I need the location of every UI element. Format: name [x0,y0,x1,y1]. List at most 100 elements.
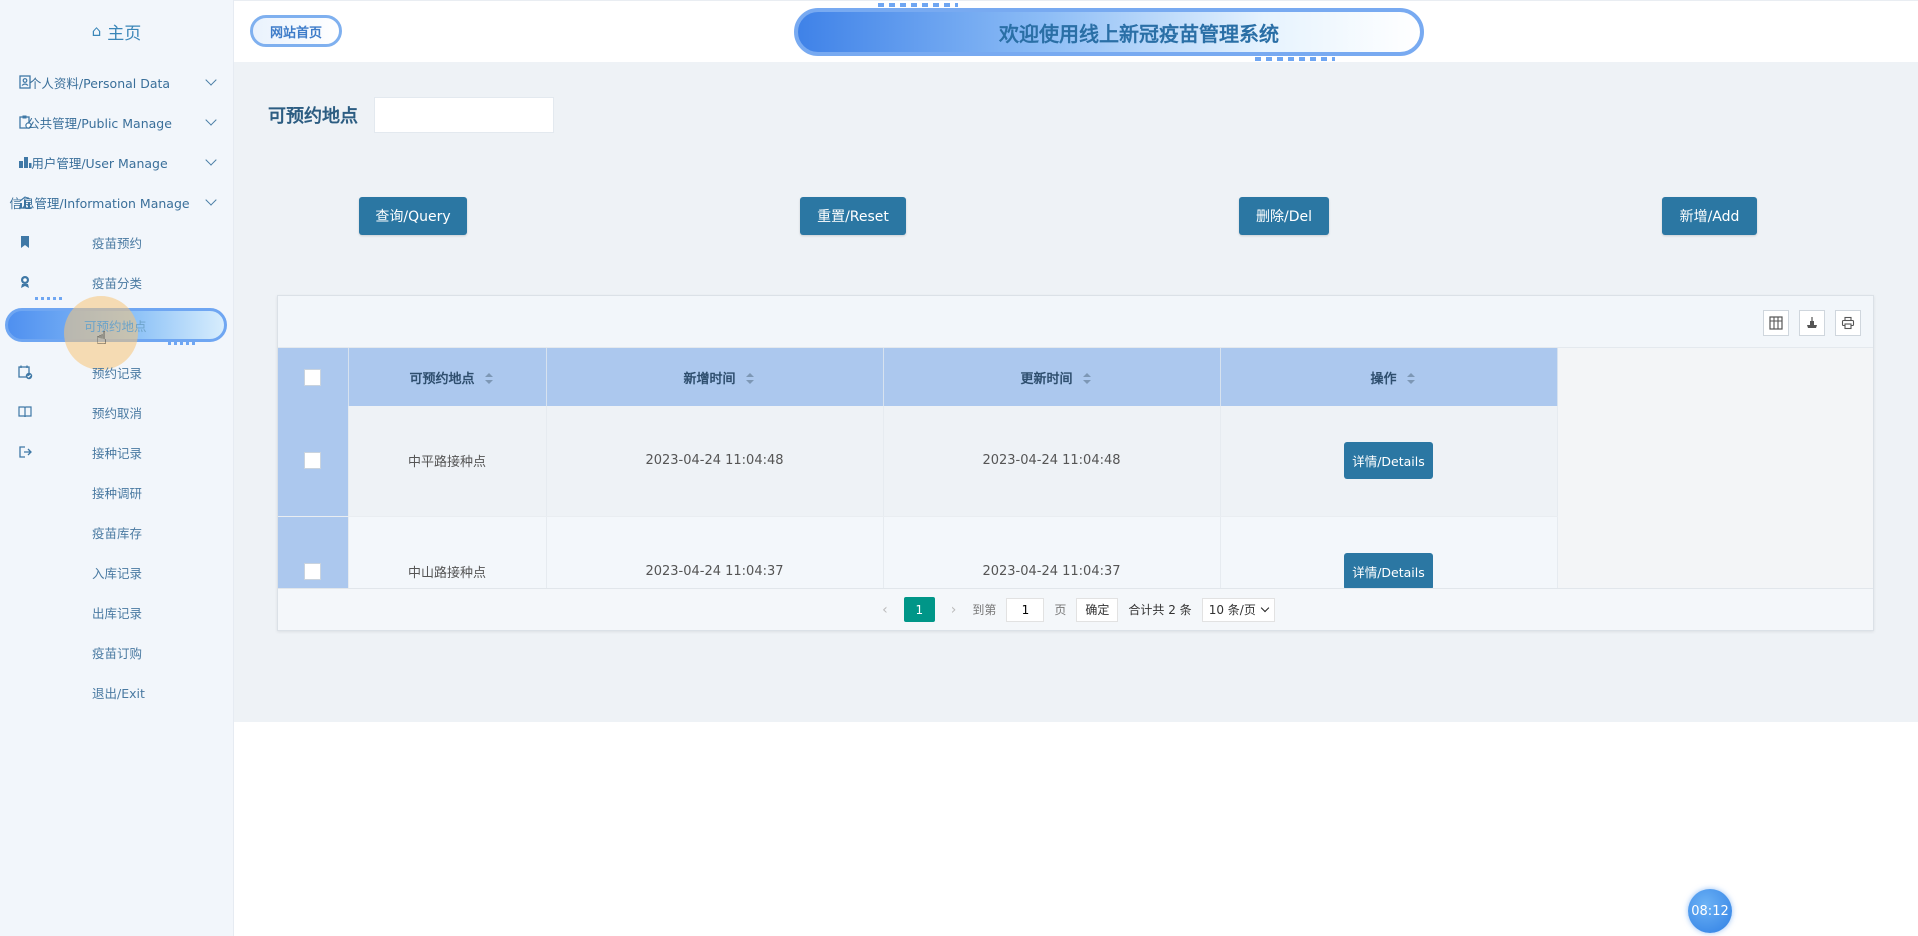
home-icon: ⌂ [91,22,102,40]
sidebar-item-exit[interactable]: 退出/Exit [0,672,233,712]
sidebar-group-label: 信息管理/Information Manage [9,195,190,211]
page-size-value: 10 条/页 [1208,603,1256,617]
site-home-label: 网站首页 [269,25,322,41]
sidebar-item-vaccination-records[interactable]: 接种记录 [0,432,233,472]
column-header-created[interactable]: 新增时间 [546,348,884,406]
search-label: 可预约地点 [268,106,358,127]
clock-time: 08:12 [1691,903,1729,919]
decor-dots [35,297,63,300]
sidebar-item-vaccination-survey[interactable]: 接种调研 [0,472,233,512]
sidebar-group-label: 公共管理/Public Manage [27,115,172,131]
sidebar-item-vaccine-order[interactable]: 疫苗订购 [0,632,233,672]
cell-filler [1557,406,1873,516]
column-header-label: 新增时间 [683,371,736,387]
sidebar-item-label: 疫苗订购 [92,645,143,661]
sidebar-item-label: 疫苗预约 [92,235,143,251]
details-button[interactable]: 详情/Details [1344,442,1433,480]
chevron-down-icon [205,74,217,86]
table-header-row: 可预约地点 新增时间 更新时间 操作 [278,348,1873,406]
query-button[interactable]: 查询/Query [359,197,467,235]
row-checkbox[interactable] [304,452,322,470]
column-header-actions[interactable]: 操作 [1220,348,1558,406]
sidebar-item-stock-in-records[interactable]: 入库记录 [0,552,233,592]
column-header-label: 可预约地点 [409,371,475,387]
column-header-label: 更新时间 [1020,371,1073,387]
sidebar-item-label: 疫苗库存 [92,525,143,541]
sidebar-item-stock-out-records[interactable]: 出库记录 [0,592,233,632]
decor-dots [1255,57,1335,61]
table-toolbar [278,296,1873,348]
goto-confirm-button[interactable]: 确定 [1076,597,1119,622]
column-header-updated[interactable]: 更新时间 [883,348,1221,406]
page-size-select[interactable]: 10 条/页 [1201,597,1275,622]
pagination: ‹ 1 › 到第 页 确定 合计共 2 条 10 条/页 [278,588,1873,630]
sidebar-item-booking-records[interactable]: 预约记录 [0,352,233,392]
cell-actions: 详情/Details [1220,406,1558,517]
row-checkbox[interactable] [304,562,322,580]
logout-icon [19,446,32,458]
sidebar-item-vaccine-category[interactable]: 疫苗分类 [0,262,233,302]
hand-cursor-icon: ☝ [96,328,107,349]
sidebar: ⌂ 主页 个人资料/Personal Data 公共管理/Public Mana… [0,0,234,936]
prev-page-icon[interactable]: ‹ [876,602,894,618]
cell-created: 2023-04-24 11:04:48 [546,406,884,517]
top-header: 网站首页 欢迎使用线上新冠疫苗管理系统 [234,0,1918,62]
sidebar-group-label: 个人资料/Personal Data [28,75,171,91]
sidebar-group-information-manage[interactable]: 信息管理/Information Manage [0,182,233,222]
banner-title: 欢迎使用线上新冠疫苗管理系统 [999,21,1279,46]
award-icon [21,276,29,288]
column-header-label: 操作 [1370,371,1397,387]
sidebar-item-vaccine-booking[interactable]: 疫苗预约 [0,222,233,262]
page-unit-label: 页 [1054,603,1067,617]
search-input[interactable] [374,97,554,133]
welcome-banner: 欢迎使用线上新冠疫苗管理系统 [794,3,1424,61]
sidebar-item-booking-cancel[interactable]: 预约取消 [0,392,233,432]
columns-filter-icon[interactable] [1763,310,1789,336]
export-icon[interactable] [1799,310,1825,336]
column-header-place[interactable]: 可预约地点 [348,348,547,406]
sidebar-group-public-manage[interactable]: 公共管理/Public Manage [0,102,233,142]
sidebar-home-label: 主页 [107,23,142,44]
next-page-icon[interactable]: › [945,602,963,618]
cell-updated: 2023-04-24 11:04:48 [883,406,1221,517]
reset-button[interactable]: 重置/Reset [800,197,906,235]
sidebar-item-label: 入库记录 [92,565,143,581]
data-table: 可预约地点 新增时间 更新时间 操作 中平路接种点 2023-04-24 11:… [278,348,1873,627]
sidebar-group-personal-data[interactable]: 个人资料/Personal Data [0,62,233,102]
sidebar-item-bookable-places[interactable]: 可预约地点 ☝ [0,296,233,370]
sidebar-item-label: 接种记录 [92,445,143,461]
data-table-card: 可预约地点 新增时间 更新时间 操作 中平路接种点 2023-04-24 11:… [277,295,1874,631]
add-button[interactable]: 新增/Add [1662,197,1757,235]
sidebar-item-vaccine-stock[interactable]: 疫苗库存 [0,512,233,552]
sidebar-group-label: 用户管理/User Manage [31,155,168,171]
clock-badge: 08:12 [1688,889,1732,933]
chevron-down-icon [205,154,217,166]
select-all-checkbox[interactable] [304,368,322,386]
decor-dots [878,3,958,7]
cell-place: 中平路接种点 [348,406,547,517]
sidebar-item-label: 退出/Exit [92,685,145,701]
sidebar-item-label: 出库记录 [92,605,143,621]
sidebar-home[interactable]: ⌂ 主页 [0,0,233,62]
sidebar-item-label: 疫苗分类 [92,275,143,291]
goto-page-input[interactable] [1006,597,1045,622]
sidebar-item-label: 预约记录 [92,365,143,381]
print-icon[interactable] [1835,310,1861,336]
sidebar-item-label: 接种调研 [92,485,143,501]
current-page[interactable]: 1 [903,597,935,622]
total-count: 合计共 2 条 [1128,603,1192,617]
chevron-down-icon [205,194,217,206]
book-icon [18,406,32,418]
sidebar-group-user-manage[interactable]: 用户管理/User Manage [0,142,233,182]
calendar-check-icon [18,365,33,380]
chevron-down-icon [205,114,217,126]
delete-button[interactable]: 删除/Del [1239,197,1329,235]
column-filler [1557,348,1873,406]
chevron-down-icon [1260,603,1270,613]
sidebar-item-label: 可预约地点 [84,319,147,334]
bookmark-icon [21,236,29,248]
site-home-link[interactable]: 网站首页 [250,15,342,47]
goto-label: 到第 [972,603,997,617]
row-select-cell [278,406,349,517]
details-button[interactable]: 详情/Details [1344,552,1433,590]
